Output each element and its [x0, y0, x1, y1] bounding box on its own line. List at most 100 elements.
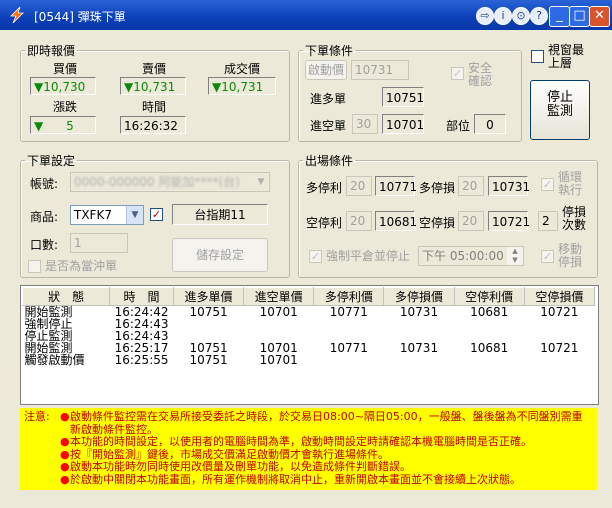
buy-price-label: 買價: [53, 62, 78, 76]
table-cell: 10751: [189, 353, 228, 367]
log-grid: 狀 態 時 間 進多單價 進空單價 多停利價 多停損價 空停利價 空停損價 開始…: [21, 287, 596, 366]
short-sl-label: 空停損: [419, 216, 456, 230]
table-cell: 10721: [540, 341, 579, 355]
long-tp-label: 多停利: [306, 181, 343, 195]
trigger-price-input[interactable]: 10731: [351, 60, 409, 80]
table-cell: 10721: [540, 305, 579, 319]
force-close-checkbox[interactable]: ✓: [309, 250, 322, 263]
force-time-input[interactable]: 下午 05:00:00 ▲ ▼: [418, 246, 524, 266]
change-value: ▼ 5: [30, 116, 96, 134]
table-cell: 10701: [259, 305, 298, 319]
product-value: TXFK7: [74, 208, 112, 222]
table-cell: [454, 354, 524, 366]
short-entry-label: 進空單: [310, 119, 347, 133]
notice-head: 注意:: [24, 410, 50, 423]
short-tp-offset[interactable]: 20: [346, 211, 372, 231]
notice-text: 啟動條件監控需在交易所接受委託之時段，於交易日08:00~隔日05:00，一般盤…: [70, 410, 583, 436]
safety-confirm-label: 安全確認: [468, 61, 493, 88]
short-offset-input[interactable]: 30: [352, 114, 378, 134]
table-cell: [173, 318, 243, 330]
table-cell: [314, 318, 384, 330]
always-on-top-checkbox[interactable]: [531, 50, 544, 63]
save-settings-button[interactable]: 儲存設定: [172, 238, 268, 272]
force-close-label: 強制平倉並停止: [326, 249, 411, 263]
conditions-legend: 下單條件: [305, 44, 354, 58]
pin-icon[interactable]: ⊙: [512, 7, 530, 25]
chevron-down-icon: ▼: [126, 206, 143, 224]
bullet-icon: ●: [60, 435, 70, 448]
quotes-legend: 即時報價: [27, 44, 76, 58]
deal-price-value: ▼10,731: [208, 77, 276, 95]
col-status[interactable]: 狀 態: [21, 287, 111, 306]
table-cell: [384, 318, 454, 330]
col-time[interactable]: 時 間: [109, 287, 174, 306]
table-row[interactable]: 開始監測 16:25:17 10751 10701 10771 10731 10681 107…: [23, 342, 595, 354]
table-row[interactable]: 停止監測 16:24:43: [23, 330, 595, 342]
table-row[interactable]: 觸發啟動價 16:25:55 10751 10701: [23, 354, 595, 366]
daytrade-label: 是否為當沖單: [45, 259, 118, 273]
stop-monitor-button[interactable]: 停止監測: [530, 80, 590, 140]
stop-count-input[interactable]: 2: [538, 211, 558, 231]
qty-label: 口數:: [30, 238, 59, 252]
qty-input[interactable]: 1: [70, 233, 128, 253]
maximize-button[interactable]: □: [569, 6, 590, 27]
col-long-sl[interactable]: 多停損價: [383, 287, 455, 306]
product-confirm-checkbox[interactable]: ✓: [150, 208, 163, 221]
table-cell: [454, 318, 524, 330]
col-short-entry[interactable]: 進空單價: [243, 287, 315, 306]
table-cell: [244, 318, 314, 330]
change-label: 漲跌: [53, 100, 78, 114]
table-cell: [524, 318, 594, 330]
table-cell: [524, 354, 594, 366]
minimize-button[interactable]: _: [549, 6, 570, 27]
product-select[interactable]: TXFK7 ▼: [70, 205, 144, 225]
table-cell: 10731: [399, 305, 439, 319]
daytrade-checkbox[interactable]: [28, 260, 41, 273]
table-cell: 10701: [259, 353, 298, 367]
time-value: 16:26:32: [120, 116, 186, 134]
export-icon[interactable]: ⇨: [476, 7, 494, 25]
notice-item: 注意: ● 啟動條件監控需在交易所接受委託之時段，於交易日08:00~隔日05:00…: [24, 410, 593, 436]
buy-price-value: ▼10,730: [30, 77, 96, 95]
notice-panel: 注意: ● 啟動條件監控需在交易所接受委託之時段，於交易日08:00~隔日05:00…: [20, 408, 597, 490]
col-short-sl[interactable]: 空停損價: [523, 287, 596, 306]
table-row[interactable]: 強制停止 16:24:43: [23, 318, 595, 330]
info-icon[interactable]: i: [494, 7, 512, 25]
time-label: 時間: [142, 100, 167, 114]
settings-legend: 下單設定: [27, 154, 76, 168]
account-select[interactable]: 0000-000000 阿能加****(台) ▼: [70, 172, 270, 192]
table-row[interactable]: 開始監測 16:24:42 10751 10701 10771 10731 10681 107…: [23, 306, 595, 319]
long-sl-label: 多停損: [419, 181, 456, 195]
loop-checkbox[interactable]: ✓: [541, 178, 554, 191]
trigger-price-button[interactable]: 啟動價: [305, 60, 347, 80]
short-tp-label: 空停利: [306, 216, 343, 230]
always-on-top-label: 視窗最上層: [548, 43, 585, 70]
move-stop-checkbox[interactable]: ✓: [541, 250, 554, 263]
short-sl-offset[interactable]: 20: [458, 211, 484, 231]
safety-confirm-checkbox[interactable]: ✓: [451, 67, 464, 80]
notice-text: 於啟動中關閉本功能畫面，所有運作機制將取消中止，重新開啟本畫面並不會接續上次狀態…: [70, 472, 521, 486]
table-cell: 10681: [470, 341, 509, 355]
chevron-down-icon: ▼: [253, 173, 269, 191]
table-cell: 觸發啟動價: [24, 353, 85, 367]
close-button[interactable]: ✕: [589, 6, 610, 27]
col-long-entry[interactable]: 進多單價: [172, 287, 245, 306]
notice-text: 按『開始監測』鍵後，市場成交價滿足啟動價才會執行進場條件。: [70, 447, 389, 461]
long-tp-offset[interactable]: 20: [346, 176, 372, 196]
col-short-tp[interactable]: 空停利價: [453, 287, 525, 306]
long-sl-offset[interactable]: 20: [458, 176, 484, 196]
table-cell: [314, 354, 384, 366]
window-title: [0544] 彈珠下單: [34, 10, 126, 24]
deal-price-label: 成交價: [224, 62, 261, 76]
title-bar[interactable]: [0544] 彈珠下單 ⇨ i ⊙ ? _ □ ✕: [0, 0, 612, 30]
table-cell: 10771: [329, 341, 368, 355]
stop-count-label: 停損次數: [562, 205, 587, 232]
account-value: 0000-000000 阿能加****(台): [74, 175, 240, 189]
exit-legend: 出場條件: [305, 154, 354, 168]
force-time-value: 下午 05:00:00: [422, 249, 504, 263]
col-long-tp[interactable]: 多停利價: [313, 287, 385, 306]
short-tp-value: 10681: [375, 211, 417, 231]
help-icon[interactable]: ?: [530, 7, 548, 25]
bullet-icon: ●: [60, 472, 70, 486]
long-tp-value: 10771: [375, 176, 417, 196]
